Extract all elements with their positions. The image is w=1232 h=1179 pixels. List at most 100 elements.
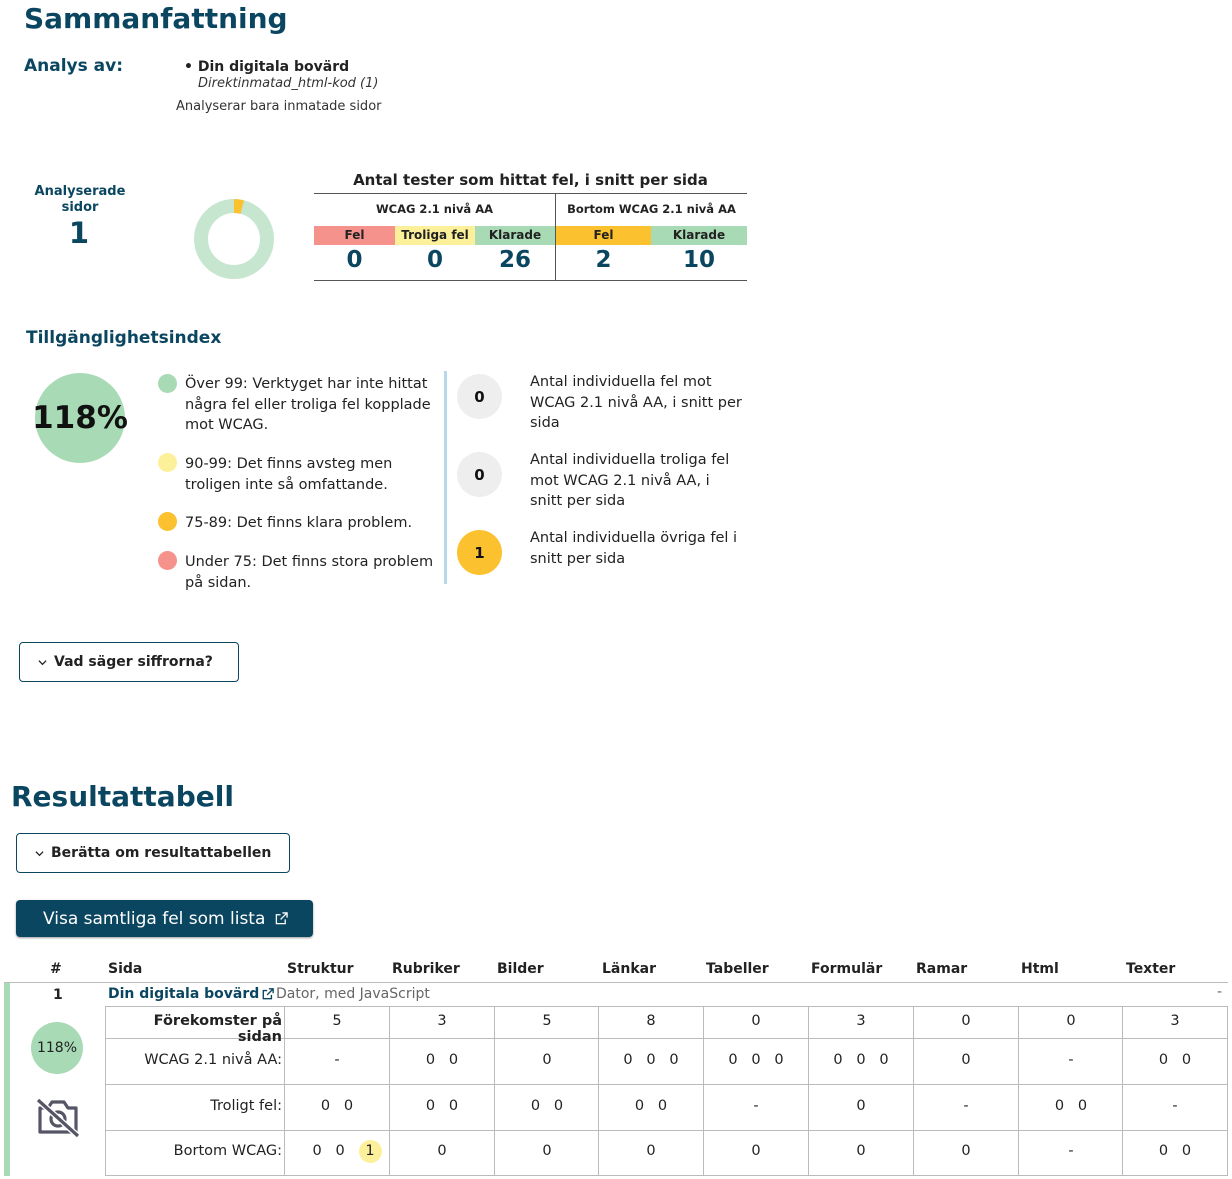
cell-formular-line2: 0 0 0 [833, 1052, 889, 1068]
legend-dot-light-yellow [158, 453, 177, 472]
legend-item-under-75: Under 75: Det finns stora problem på sid… [185, 554, 434, 591]
wcag-klarade-header: Klarade [475, 226, 555, 245]
row-number: 1 [53, 987, 63, 1003]
donut-passed-arc [194, 199, 274, 279]
col-header-page: Sida [108, 961, 143, 977]
grid-line [105, 1084, 1228, 1085]
cell-ramar-line4: 0 [961, 1143, 971, 1159]
legend-item-75-89: 75-89: Det finns klara problem. [185, 515, 413, 531]
col-header-number: # [50, 961, 62, 977]
wcag-fel-value: 0 [346, 247, 363, 273]
legend-item-90-99: 90-99: Det finns avsteg men troligen int… [185, 456, 393, 493]
count-probable-errors-circle: 0 [457, 452, 502, 497]
chevron-down-icon [38, 659, 47, 665]
row-status-strip [4, 983, 10, 1176]
cell-texter-line1: 3 [1170, 1013, 1180, 1029]
cell-texter-line3: - [1172, 1098, 1178, 1114]
wcag-fel-header: Fel [314, 226, 395, 245]
col-header-texter: Texter [1126, 961, 1176, 977]
scope-note: Analyserar bara inmatade sidor [176, 99, 382, 114]
col-header-ramar: Ramar [916, 961, 968, 977]
tests-title: Antal tester som hittat fel, i snitt per… [353, 171, 708, 189]
count-wcag-errors-text: Antal individuella fel mot WCAG 2.1 nivå… [530, 374, 742, 431]
results-explainer-label: Berätta om resultattabellen [51, 845, 272, 861]
legend-dot-green [158, 374, 177, 393]
index-value-circle: 118% [32, 373, 128, 463]
cell-ramar-line2: 0 [961, 1052, 971, 1068]
count-probable-errors-text: Antal individuella troliga fel mot WCAG … [530, 452, 730, 509]
legend-dot-red [158, 551, 177, 570]
analysed-pages-count: 1 [68, 216, 90, 250]
beyond-group-label: Bortom WCAG 2.1 nivå AA [567, 202, 736, 216]
results-title: Resultattabell [11, 780, 234, 813]
results-explainer-toggle[interactable]: Berätta om resultattabellen [16, 833, 290, 873]
chevron-down-icon [35, 850, 44, 856]
analysed-pages-label: Analyserade sidor [20, 184, 140, 216]
row-site-link[interactable]: Din digitala bovärd [108, 986, 275, 1002]
cell-lankar-line1: 8 [646, 1013, 656, 1029]
tests-donut-chart [194, 199, 274, 279]
line-label-occurrences: Förekomster på sidan [153, 1013, 282, 1045]
grid-line [105, 1006, 106, 1176]
cell-lankar-line2: 0 0 0 [623, 1052, 679, 1068]
analysed-pages-label-line1: Analyserade [34, 184, 126, 199]
external-link-icon [262, 988, 275, 1000]
cell-formular-line1: 3 [856, 1013, 866, 1029]
index-title: Tillgänglighetsindex [26, 328, 222, 348]
col-header-tabeller: Tabeller [706, 961, 769, 977]
numbers-explainer-toggle[interactable]: Vad säger siffrorna? [19, 642, 239, 682]
index-separator [444, 371, 447, 584]
cell-bilder-line3: 0 0 [530, 1098, 564, 1114]
wcag-klarade-value: 26 [498, 247, 531, 273]
row-index-circle: 118% [31, 1022, 83, 1074]
numbers-explainer-label: Vad säger siffrorna? [54, 654, 213, 670]
cell-rubriker-line4: 0 [437, 1143, 447, 1159]
grid-line [105, 1175, 1228, 1176]
col-header-formular: Formulär [811, 961, 883, 977]
cell-tabeller-line1: 0 [751, 1013, 761, 1029]
col-header-bilder: Bilder [497, 961, 544, 977]
wcag-troliga-value: 0 [426, 247, 443, 273]
col-header-html: Html [1021, 961, 1059, 977]
cell-rubriker-line1: 3 [437, 1013, 447, 1029]
wcag-group-label: WCAG 2.1 nivå AA [375, 202, 494, 216]
cell-bilder-line1: 5 [542, 1013, 552, 1029]
cell-html-line4: - [1068, 1143, 1074, 1159]
count-other-errors-text: Antal individuella övriga fel i snitt pe… [530, 530, 738, 567]
analysis-label: Analys av: [24, 56, 124, 76]
donut-warn-arc [233, 199, 244, 214]
wcag-troliga-header: Troliga fel [395, 226, 475, 245]
grid-line [105, 1006, 1228, 1007]
cell-struktur-line1: 5 [332, 1013, 342, 1029]
cell-html-line1: 0 [1066, 1013, 1076, 1029]
no-screenshot-icon [35, 1097, 81, 1138]
cell-ramar-line1: 0 [961, 1013, 971, 1029]
col-header-struktur: Struktur [287, 961, 354, 977]
beyond-klarade-value: 10 [682, 247, 715, 273]
legend-dot-orange [158, 512, 177, 531]
beyond-klarade-header: Klarade [651, 226, 747, 245]
beyond-wcag-chip: 1 [358, 1140, 382, 1163]
summary-title: Sammanfattning [24, 2, 288, 35]
beyond-fel-header: Fel [556, 226, 651, 245]
external-link-icon [276, 912, 289, 925]
col-header-lankar: Länkar [602, 961, 656, 977]
cell-tabeller-line3: - [753, 1098, 759, 1114]
legend-item-over-99: Över 99: Verktyget har inte hittat några… [185, 376, 431, 433]
cell-html-line3: 0 0 [1054, 1098, 1088, 1114]
cell-bilder-line4: 0 [542, 1143, 552, 1159]
cell-formular-line4: 0 [856, 1143, 866, 1159]
analysed-site-name: Din digitala bovärd [197, 59, 350, 75]
show-all-errors-button[interactable]: Visa samtliga fel som lista [16, 900, 313, 937]
cell-lankar-line4: 0 [646, 1143, 656, 1159]
cell-lankar-line3: 0 0 [634, 1098, 668, 1114]
cell-struktur-line3: 0 0 [320, 1098, 354, 1114]
col-header-rubriker: Rubriker [392, 961, 460, 977]
cell-tabeller-line4: 0 [751, 1143, 761, 1159]
line-label-probable: Troligt fel: [210, 1098, 282, 1114]
beyond-fel-value: 2 [595, 247, 612, 273]
cell-rubriker-line2: 0 0 [425, 1052, 459, 1068]
analysed-site: • Din digitala bovärd [184, 59, 350, 75]
row-site-name: Din digitala bovärd [108, 986, 260, 1002]
count-wcag-errors-circle: 0 [457, 374, 502, 419]
